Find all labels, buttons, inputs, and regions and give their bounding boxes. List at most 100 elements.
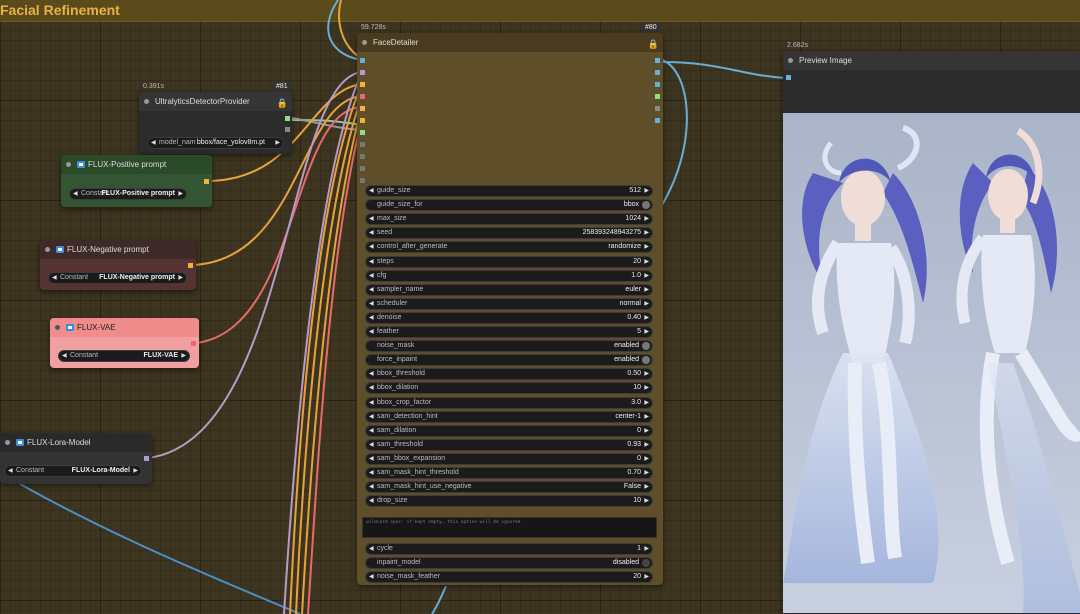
detector-node[interactable]: UltralyticsDetectorProvider 🔒 ◀ model_na… xyxy=(139,92,292,154)
input-port-model[interactable] xyxy=(360,70,365,75)
input-port-negative[interactable] xyxy=(360,118,365,123)
wildcard-textarea[interactable]: wildcard spec: if kept empty, this optio… xyxy=(362,517,657,538)
arrow-left-icon[interactable]: ◀ xyxy=(369,313,374,323)
toggle-knob-icon[interactable] xyxy=(642,201,650,210)
widget-feather[interactable]: ◀ feather 5 ▶ xyxy=(365,326,653,338)
output-port-mask[interactable] xyxy=(655,94,660,99)
widget-guide-size[interactable]: ◀ guide_size 512 ▶ xyxy=(365,185,653,197)
arrow-left-icon[interactable]: ◀ xyxy=(369,369,374,379)
widget-seed[interactable]: ◀ seed 258393248943275 ▶ xyxy=(365,227,653,240)
arrow-left-icon[interactable]: ◀ xyxy=(8,466,13,476)
positive-constant-select[interactable]: ◀ Constant FLUX-Positive prompt ▶ xyxy=(69,188,187,200)
arrow-right-icon[interactable]: ▶ xyxy=(644,327,649,337)
lora-title-bar[interactable]: FLUX-Lora-Model xyxy=(0,433,152,452)
arrow-left-icon[interactable]: ◀ xyxy=(73,189,78,199)
output-port-model[interactable] xyxy=(144,456,149,461)
arrow-left-icon[interactable]: ◀ xyxy=(369,440,374,450)
arrow-right-icon[interactable]: ▶ xyxy=(178,189,183,199)
output-port-image[interactable] xyxy=(655,58,660,63)
output-port-detailer-pipe[interactable] xyxy=(655,106,660,111)
arrow-right-icon[interactable]: ▶ xyxy=(181,351,186,361)
positive-title-bar[interactable]: FLUX-Positive prompt xyxy=(61,155,212,174)
arrow-right-icon[interactable]: ▶ xyxy=(275,138,280,148)
input-port-positive[interactable] xyxy=(360,106,365,111)
arrow-right-icon[interactable]: ▶ xyxy=(644,572,649,582)
arrow-left-icon[interactable]: ◀ xyxy=(369,285,374,295)
widget-sam-bbox-expansion[interactable]: ◀ sam_bbox_expansion 0 ▶ xyxy=(365,452,653,465)
widget-cfg[interactable]: ◀ cfg 1.0 ▶ xyxy=(365,269,653,282)
widget-sam-mask-hint-threshold[interactable]: ◀ sam_mask_hint_threshold 0.70 ▶ xyxy=(365,467,653,479)
widget-noise-mask-feather[interactable]: ◀ noise_mask_feather 20 ▶ xyxy=(365,571,653,584)
arrow-right-icon[interactable]: ▶ xyxy=(644,299,649,309)
arrow-left-icon[interactable]: ◀ xyxy=(369,228,374,238)
widget-scheduler[interactable]: ◀ scheduler normal ▶ xyxy=(365,297,653,310)
detector-title-bar[interactable]: UltralyticsDetectorProvider 🔒 xyxy=(139,92,292,111)
arrow-left-icon[interactable]: ◀ xyxy=(369,398,374,408)
arrow-left-icon[interactable]: ◀ xyxy=(369,454,374,464)
widget-sam-dilation[interactable]: ◀ sam_dilation 0 ▶ xyxy=(365,424,653,437)
input-port-segm-detector[interactable] xyxy=(360,154,365,159)
input-port-images[interactable] xyxy=(786,75,791,80)
output-port-cnet-images[interactable] xyxy=(655,118,660,123)
widget-noise-mask[interactable]: noise_mask enabled xyxy=(365,340,653,353)
model-name-select[interactable]: ◀ model_nam bbox/face_yolov8m.pt ▶ xyxy=(147,137,284,149)
widget-bbox-crop-factor[interactable]: ◀ bbox_crop_factor 3.0 ▶ xyxy=(365,396,653,409)
arrow-right-icon[interactable]: ▶ xyxy=(644,454,649,464)
arrow-left-icon[interactable]: ◀ xyxy=(369,214,374,224)
collapse-dot-icon[interactable] xyxy=(66,162,71,167)
widget-sam-mask-hint-use-negative[interactable]: ◀ sam_mask_hint_use_negative False ▶ xyxy=(365,481,653,494)
arrow-left-icon[interactable]: ◀ xyxy=(369,572,374,582)
arrow-left-icon[interactable]: ◀ xyxy=(369,482,374,492)
input-port-vae[interactable] xyxy=(360,94,365,99)
input-port-sam-model[interactable] xyxy=(360,142,365,147)
arrow-right-icon[interactable]: ▶ xyxy=(178,273,183,283)
arrow-left-icon[interactable]: ◀ xyxy=(369,496,374,506)
arrow-left-icon[interactable]: ◀ xyxy=(369,468,374,478)
widget-bbox-dilation[interactable]: ◀ bbox_dilation 10 ▶ xyxy=(365,382,653,395)
arrow-right-icon[interactable]: ▶ xyxy=(644,257,649,267)
output-port-segm[interactable] xyxy=(285,127,290,132)
collapse-dot-icon[interactable] xyxy=(144,99,149,104)
arrow-right-icon[interactable]: ▶ xyxy=(644,369,649,379)
output-port-cropped-refined[interactable] xyxy=(655,70,660,75)
facedetailer-node[interactable]: FaceDetailer 🔒 ◀ guide_size 512 ▶ guide_size… xyxy=(357,33,663,585)
widget-cycle[interactable]: ◀ cycle 1 ▶ xyxy=(365,543,653,555)
lock-icon[interactable]: 🔒 xyxy=(277,94,288,113)
arrow-left-icon[interactable]: ◀ xyxy=(151,138,156,148)
arrow-left-icon[interactable]: ◀ xyxy=(369,327,374,337)
arrow-right-icon[interactable]: ▶ xyxy=(644,496,649,506)
facedetailer-title-bar[interactable]: FaceDetailer 🔒 xyxy=(357,33,663,52)
widget-denoise[interactable]: ◀ denoise 0.40 ▶ xyxy=(365,311,653,324)
input-port-bbox-detector[interactable] xyxy=(360,130,365,135)
toggle-knob-icon[interactable] xyxy=(642,356,650,365)
widget-control-after-generate[interactable]: ◀ control_after_generate randomize ▶ xyxy=(365,241,653,254)
collapse-dot-icon[interactable] xyxy=(788,58,793,63)
output-port-bbox[interactable] xyxy=(285,116,290,121)
collapse-dot-icon[interactable] xyxy=(45,247,50,252)
arrow-left-icon[interactable]: ◀ xyxy=(369,271,374,281)
lora-constant-select[interactable]: ◀ Constant FLUX-Lora-Model ▶ xyxy=(4,465,142,477)
widget-max-size[interactable]: ◀ max_size 1024 ▶ xyxy=(365,213,653,226)
preview-title-bar[interactable]: Preview Image xyxy=(783,51,1080,70)
output-port-vae[interactable] xyxy=(191,341,196,346)
arrow-left-icon[interactable]: ◀ xyxy=(369,383,374,393)
arrow-right-icon[interactable]: ▶ xyxy=(644,426,649,436)
widget-bbox-threshold[interactable]: ◀ bbox_threshold 0.50 ▶ xyxy=(365,368,653,381)
arrow-left-icon[interactable]: ◀ xyxy=(52,273,57,283)
collapse-dot-icon[interactable] xyxy=(362,40,367,45)
arrow-right-icon[interactable]: ▶ xyxy=(133,466,138,476)
widget-drop-size[interactable]: ◀ drop_size 10 ▶ xyxy=(365,495,653,508)
widget-sampler-name[interactable]: ◀ sampler_name euler ▶ xyxy=(365,283,653,296)
arrow-right-icon[interactable]: ▶ xyxy=(644,313,649,323)
negative-prompt-node[interactable]: FLUX-Negative prompt ◀ Constant FLUX-Neg… xyxy=(40,240,196,290)
arrow-right-icon[interactable]: ▶ xyxy=(644,412,649,422)
widget-inpaint-model[interactable]: inpaint_model disabled xyxy=(365,557,653,570)
arrow-left-icon[interactable]: ◀ xyxy=(369,299,374,309)
lock-icon[interactable]: 🔒 xyxy=(648,35,659,54)
arrow-right-icon[interactable]: ▶ xyxy=(644,440,649,450)
vae-title-bar[interactable]: FLUX-VAE xyxy=(50,318,199,337)
widget-sam-threshold[interactable]: ◀ sam_threshold 0.93 ▶ xyxy=(365,438,653,451)
arrow-right-icon[interactable]: ▶ xyxy=(644,285,649,295)
collapse-dot-icon[interactable] xyxy=(5,440,10,445)
toggle-knob-icon[interactable] xyxy=(642,559,650,568)
